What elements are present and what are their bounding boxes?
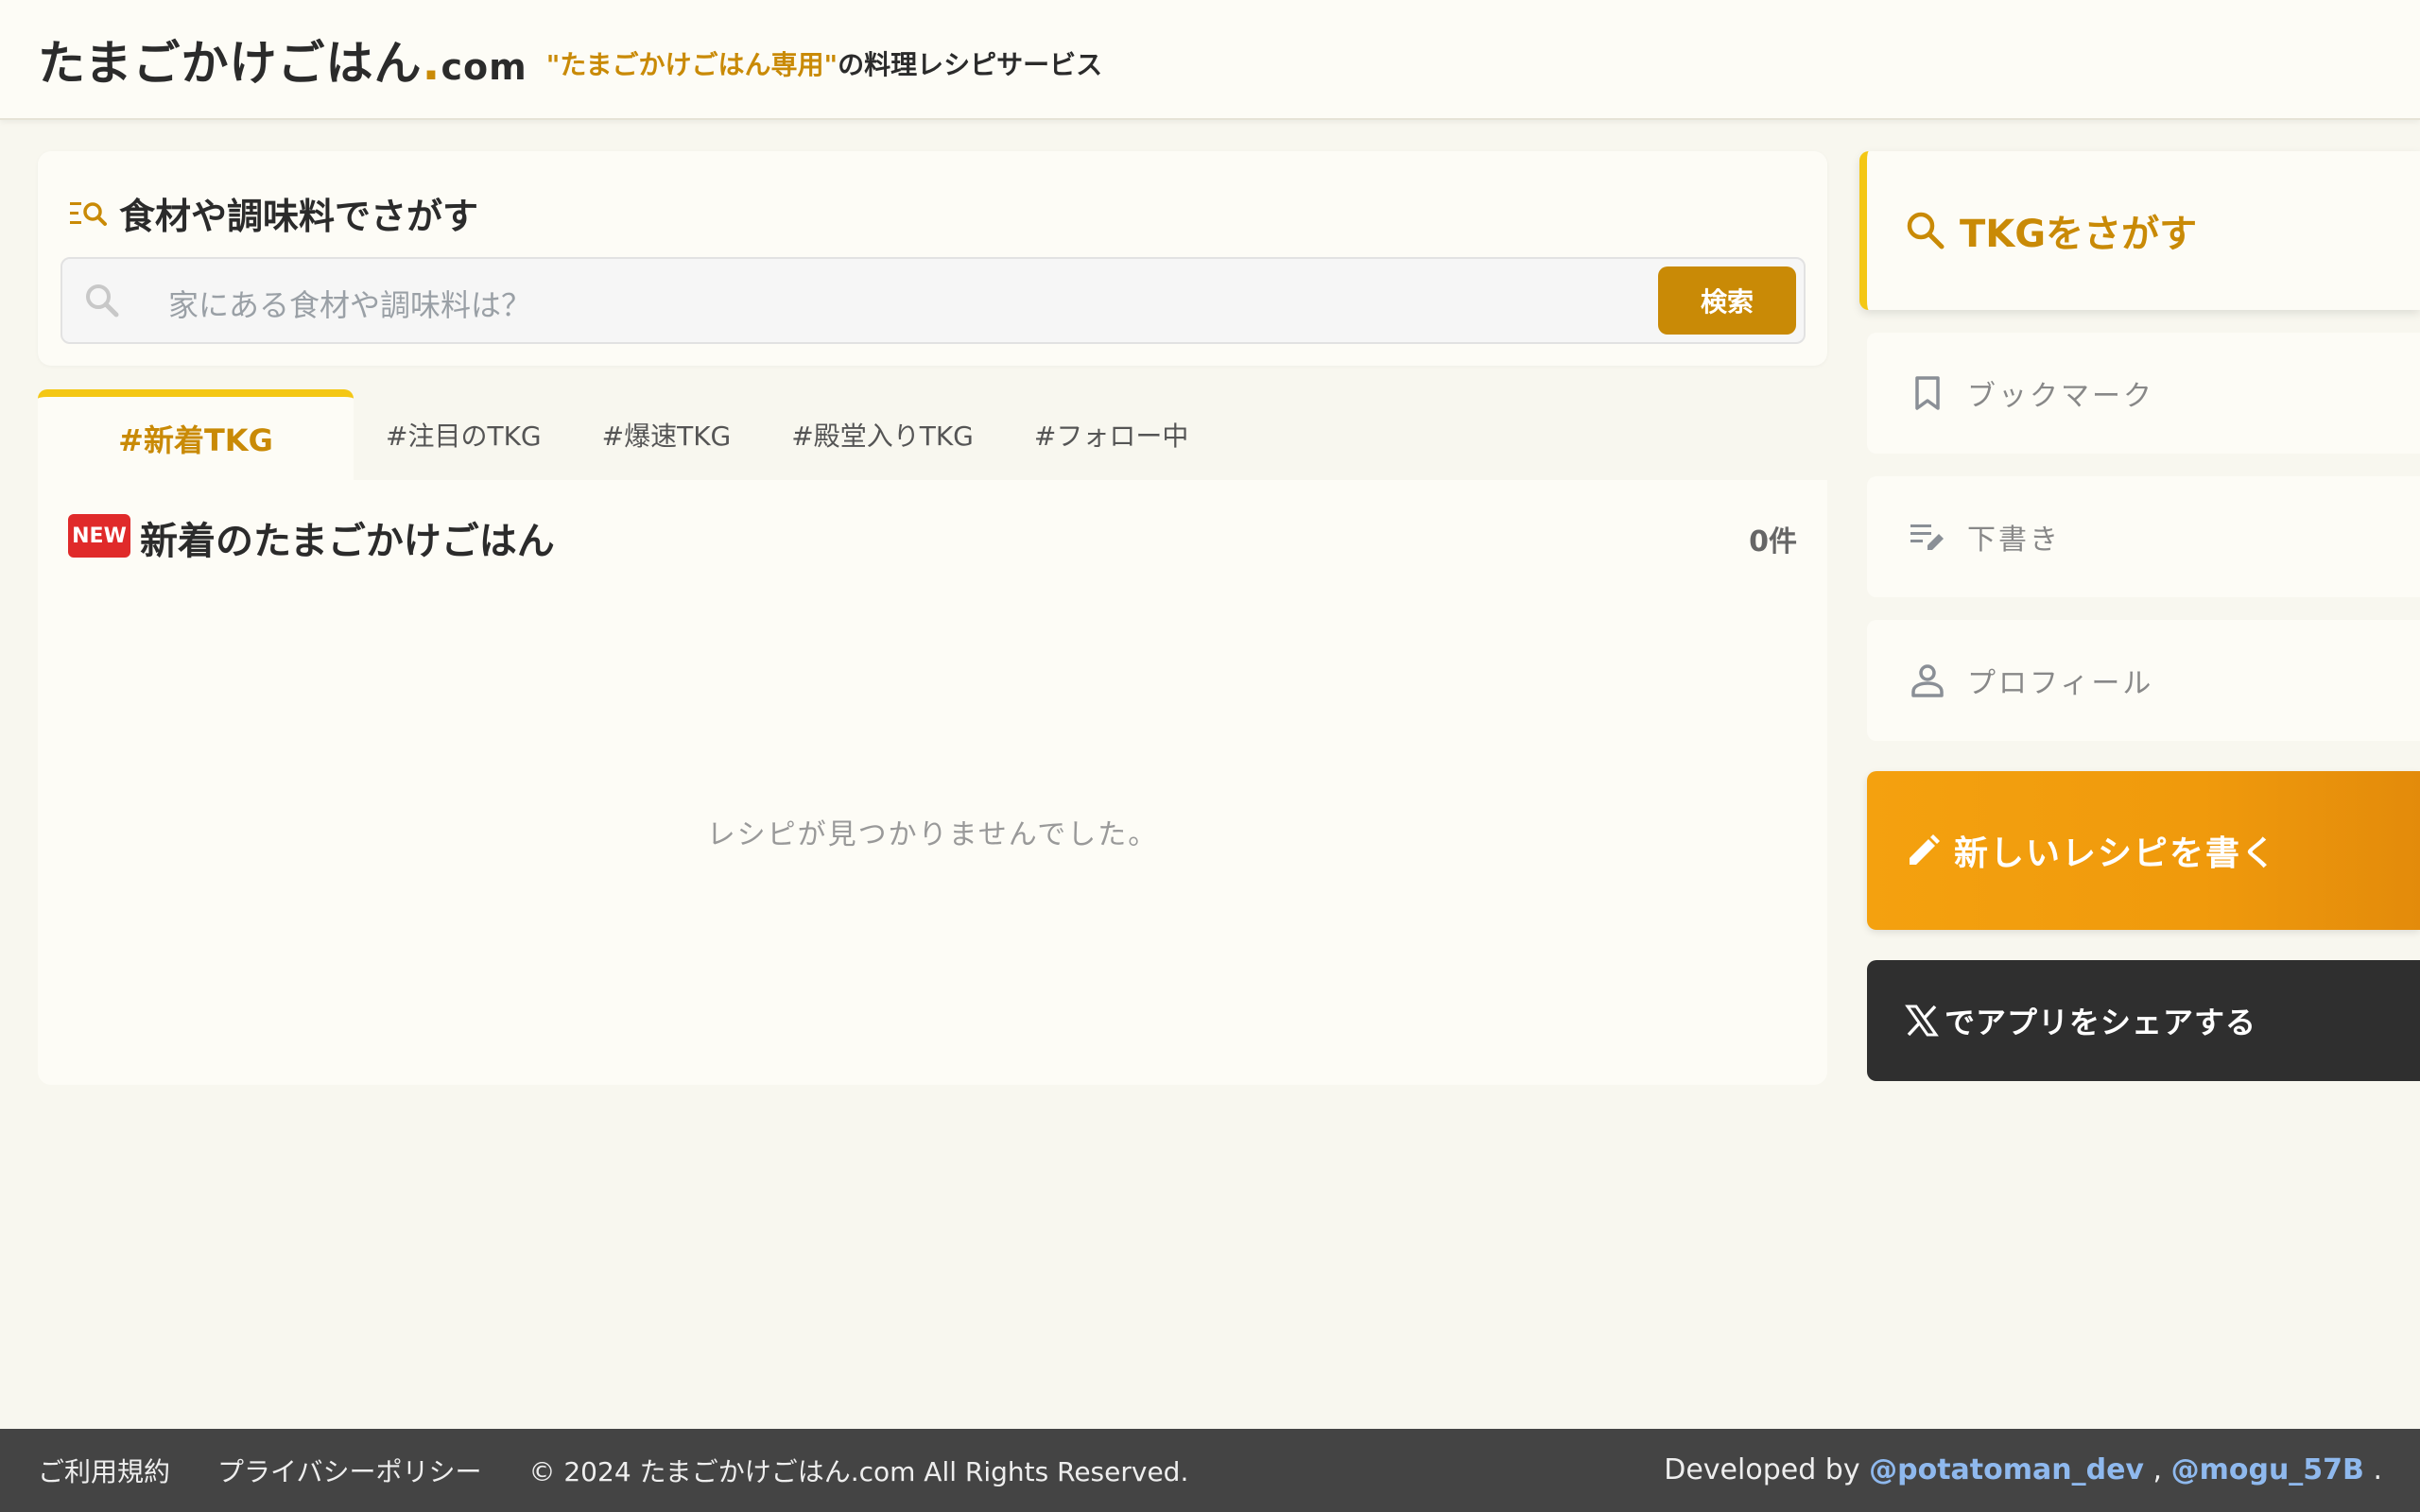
draft-icon [1910,524,1944,550]
developer-credit: Developed by @potatoman_dev , @mogu_57B … [1664,1453,2382,1486]
new-badge: NEW [68,514,130,558]
sidebar-item-bookmark[interactable]: ブックマーク [1867,333,2420,454]
recipe-count: 0件 [1749,525,1797,558]
tagline-rest: の料理レシピサービス [838,48,1103,80]
sidebar-item-label: プロフィール [1967,667,2154,700]
user-icon [1911,664,1944,697]
recipe-list-panel: NEW 新着のたまごかけごはん 0件 レシピが見つかりませんでした。 [38,480,1827,1085]
tab-featured-tkg[interactable]: #注目のTKG [354,389,572,480]
developer-link-2[interactable]: @mogu_57B [2171,1453,2364,1486]
privacy-link[interactable]: プライバシーポリシー [217,1452,481,1489]
search-icon [1907,212,1945,249]
sidebar-item-label: ブックマーク [1967,380,2154,413]
copyright: © 2024 たまごかけごはん.com All Rights Reserved. [528,1456,1189,1487]
search-icon [86,284,119,318]
ingredient-search-card: 食材や調味料でさがす 家にある食材や調味料は？ 検索 [38,151,1827,366]
site-footer: ご利用規約 プライバシーポリシー © 2024 たまごかけごはん.com All… [0,1429,2420,1512]
sidebar-search-label: TKGをさがす [1960,213,2198,256]
share-label: でアプリをシェアする [1945,1005,2257,1040]
search-heading: 食材や調味料でさがす [68,187,478,239]
developed-by-label: Developed by [1664,1453,1870,1486]
logo-com: com [441,45,527,88]
tab-following[interactable]: #フォロー中 [1004,389,1219,480]
search-title: 食材や調味料でさがす [119,196,479,237]
sidebar-item-profile[interactable]: プロフィール [1867,620,2420,741]
developer-link-1[interactable]: @potatoman_dev [1869,1453,2144,1486]
list-search-icon [70,201,107,226]
share-on-x-button[interactable]: でアプリをシェアする [1867,960,2420,1081]
recipe-tabs: #新着TKG #注目のTKG #爆速TKG #殿堂入りTKG #フォロー中 [38,389,1219,480]
credit-separator: , [2143,1453,2171,1486]
site-tagline: "たまごかけごはん専用"の料理レシピサービス [546,44,1102,82]
write-recipe-label: 新しいレシピを書く [1954,834,2278,873]
tab-new-tkg[interactable]: #新着TKG [38,389,354,480]
sidebar-item-label: 下書き [1967,524,2061,557]
search-placeholder: 家にある食材や調味料は？ [168,287,532,323]
recipe-list-title: 新着のたまごかけごはん [140,520,555,563]
bookmark-icon [1915,376,1940,410]
tab-hall-of-fame-tkg[interactable]: #殿堂入りTKG [761,389,1004,480]
logo-text: たまごかけごはん [38,35,423,91]
terms-link[interactable]: ご利用規約 [38,1452,170,1489]
empty-message: レシピが見つかりませんでした。 [706,818,1159,851]
sidebar-item-drafts[interactable]: 下書き [1867,476,2420,597]
tagline-highlight: "たまごかけごはん専用" [545,48,838,80]
sidebar-search-tkg[interactable]: TKGをさがす [1859,151,2420,310]
search-button[interactable]: 検索 [1658,266,1796,335]
tab-fast-tkg[interactable]: #爆速TKG [572,389,762,480]
pencil-icon [1910,834,1940,865]
write-recipe-button[interactable]: 新しいレシピを書く [1867,771,2420,930]
x-logo-icon [1905,1005,1939,1037]
site-header: たまごかけごはん.com "たまごかけごはん専用"の料理レシピサービス [0,0,2420,120]
search-input[interactable]: 家にある食材や調味料は？ 検索 [60,257,1806,344]
logo-dot: . [422,35,441,91]
site-logo[interactable]: たまごかけごはん.com [38,26,527,94]
credit-end: . [2363,1453,2382,1486]
